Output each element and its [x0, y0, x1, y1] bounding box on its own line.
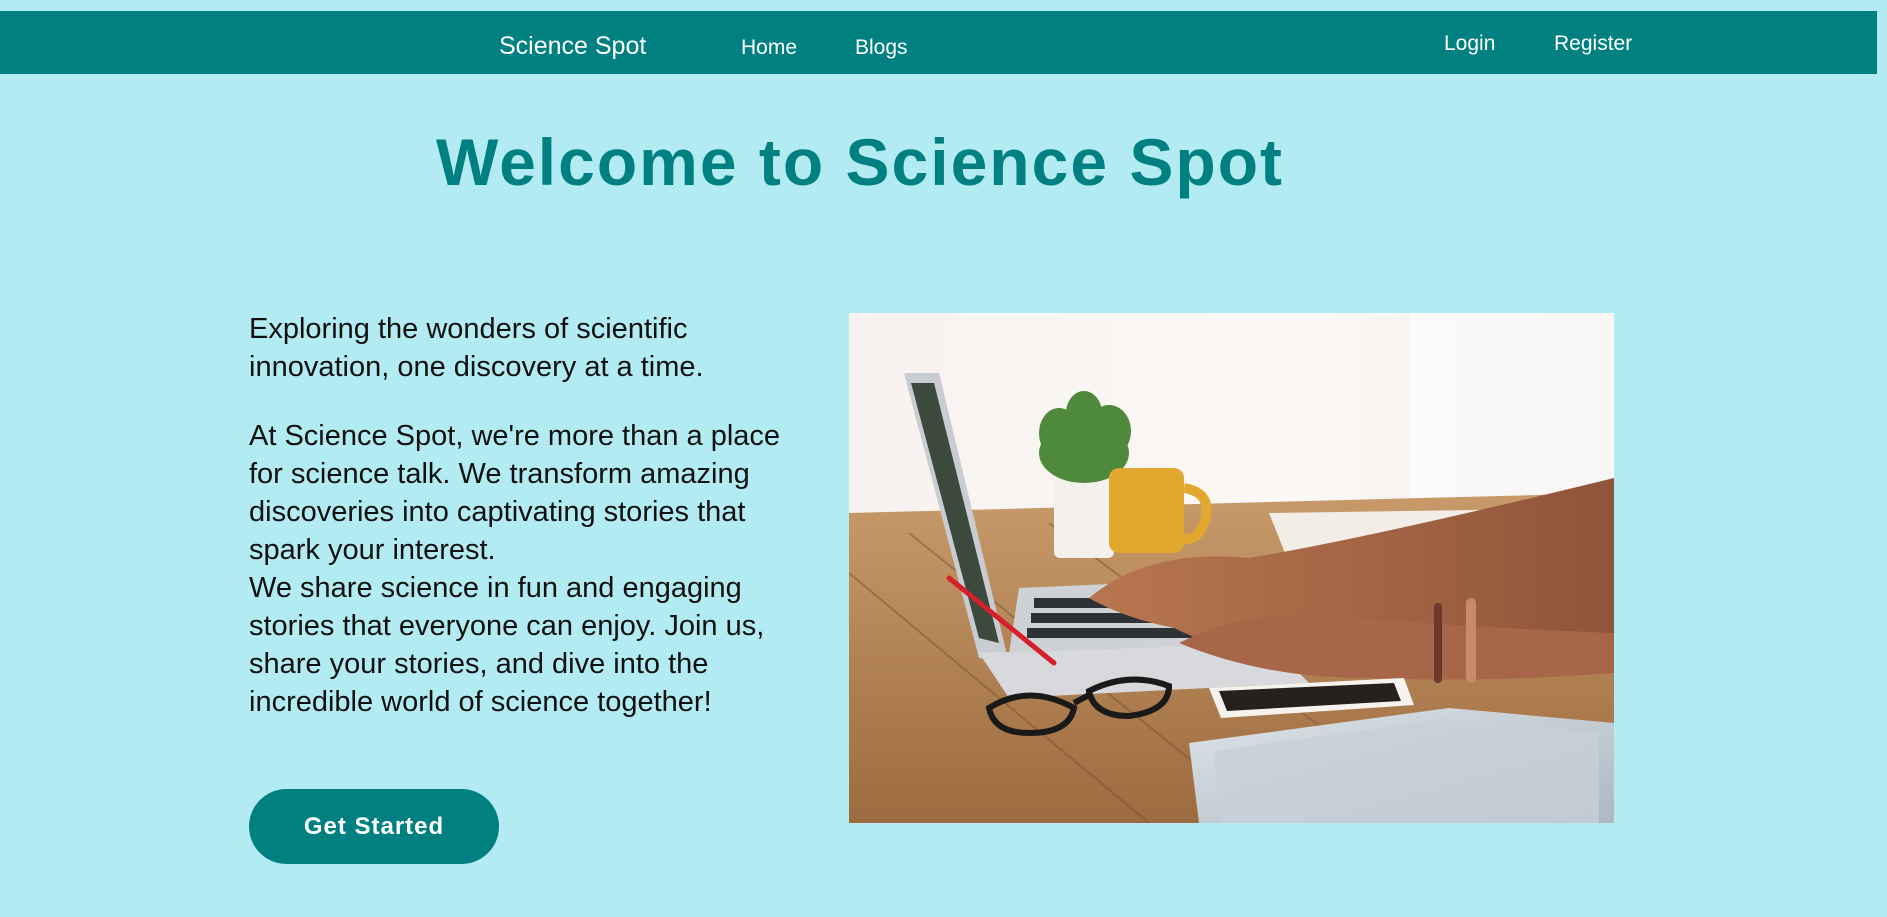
tagline-text: Exploring the wonders of scientific inno… — [249, 313, 704, 383]
laptop-typing-illustration — [849, 313, 1614, 823]
description-paragraph-1: At Science Spot, we're more than a place… — [249, 420, 781, 566]
hero-image — [849, 313, 1614, 823]
brand-link[interactable]: Science Spot — [499, 32, 646, 61]
register-link[interactable]: Register — [1554, 32, 1632, 56]
description-text: At Science Spot, we're more than a place… — [249, 417, 809, 721]
description-paragraph-2: We share science in fun and engaging sto… — [249, 572, 765, 718]
top-navbar: Science Spot Home Blogs Login Register — [0, 11, 1877, 74]
intro-section: Exploring the wonders of scientific inno… — [249, 310, 809, 721]
get-started-button[interactable]: Get Started — [249, 789, 499, 864]
page-title: Welcome to Science Spot — [436, 125, 1284, 199]
nav-home-link[interactable]: Home — [741, 36, 797, 60]
login-link[interactable]: Login — [1444, 32, 1495, 56]
nav-blogs-link[interactable]: Blogs — [855, 36, 908, 60]
